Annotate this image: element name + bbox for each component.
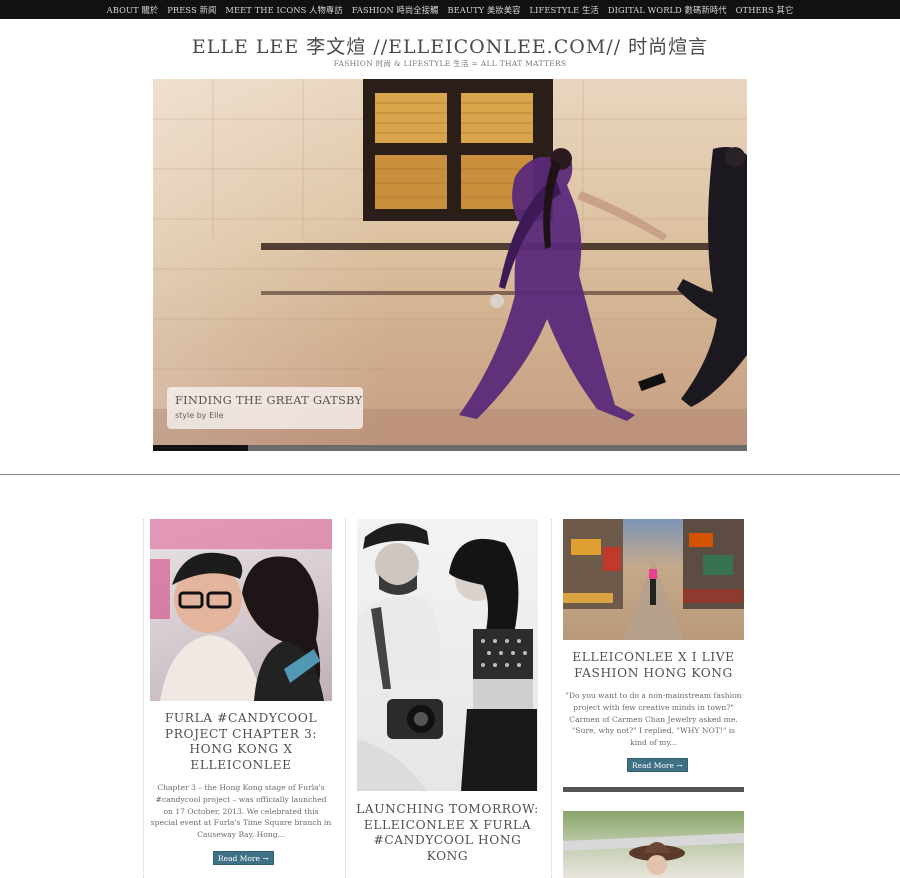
post-1-photo-illustration: [150, 519, 332, 701]
nav-item-fashion[interactable]: FASHION 時尚全接觸: [352, 4, 439, 16]
nav-item-digital-world[interactable]: DIGITAL WORLD 數碼新時代: [608, 4, 727, 16]
post-excerpt: Chapter 3 – the Hong Kong stage of Furla…: [150, 783, 332, 840]
column-separator: [143, 519, 144, 878]
site-tagline: FASHION 时尚 & LIFESTYLE 生活 = ALL THAT MAT…: [333, 59, 567, 68]
nav-item-about[interactable]: ABOUT 關於: [107, 4, 159, 16]
read-more-button[interactable]: Read More →: [627, 758, 688, 772]
top-nav: ABOUT 關於 PRESS 新闻 MEET THE ICONS 人物專訪 FA…: [0, 0, 900, 19]
nav-item-others[interactable]: OTHERS 其它: [736, 4, 794, 16]
site-title[interactable]: ELLE LEE 李文煊 //ELLEICONLEE.COM// 时尚煊言: [0, 32, 900, 59]
hero-slide-image[interactable]: FINDING THE GREAT GATSBY style by Elle: [153, 79, 747, 445]
post-separator-bar: [563, 787, 744, 792]
post-2-photo-illustration: [357, 523, 537, 791]
post-thumbnail[interactable]: [563, 811, 744, 878]
section-divider: [0, 474, 900, 475]
post-thumbnail[interactable]: [150, 519, 332, 701]
column-separator: [345, 519, 346, 878]
read-more-button[interactable]: Read More →: [213, 851, 274, 865]
nav-item-press[interactable]: PRESS 新闻: [167, 4, 216, 16]
post-title[interactable]: ELLEICONLEE X I LIVE FASHION HONG KONG: [563, 650, 744, 681]
post-4-photo-illustration: [563, 833, 744, 875]
slide-caption-title[interactable]: FINDING THE GREAT GATSBY: [175, 393, 362, 407]
nav-item-beauty[interactable]: BEAUTY 美妝美容: [447, 4, 520, 16]
post-thumbnail[interactable]: [563, 519, 744, 640]
nav-item-lifestyle[interactable]: LIFESTYLE 生活: [530, 4, 599, 16]
post-3-photo-illustration: [563, 519, 744, 640]
slider-progress-fill: [153, 445, 249, 451]
post-title[interactable]: LAUNCHING TOMORROW: ELLEICONLEE X FURLA …: [355, 802, 540, 864]
post-title[interactable]: FURLA #CANDYCOOL PROJECT CHAPTER 3: HONG…: [150, 711, 332, 773]
slider-progress-bar: [153, 445, 747, 451]
post-excerpt: "Do you want to do a non-mainstream fash…: [565, 691, 742, 748]
slide-caption-subtitle: style by Elle: [175, 411, 224, 420]
post-thumbnail[interactable]: [357, 519, 538, 791]
nav-item-meet-the-icons[interactable]: MEET THE ICONS 人物專訪: [225, 4, 342, 16]
column-separator: [551, 519, 552, 878]
slide-caption[interactable]: FINDING THE GREAT GATSBY style by Elle: [167, 387, 363, 429]
